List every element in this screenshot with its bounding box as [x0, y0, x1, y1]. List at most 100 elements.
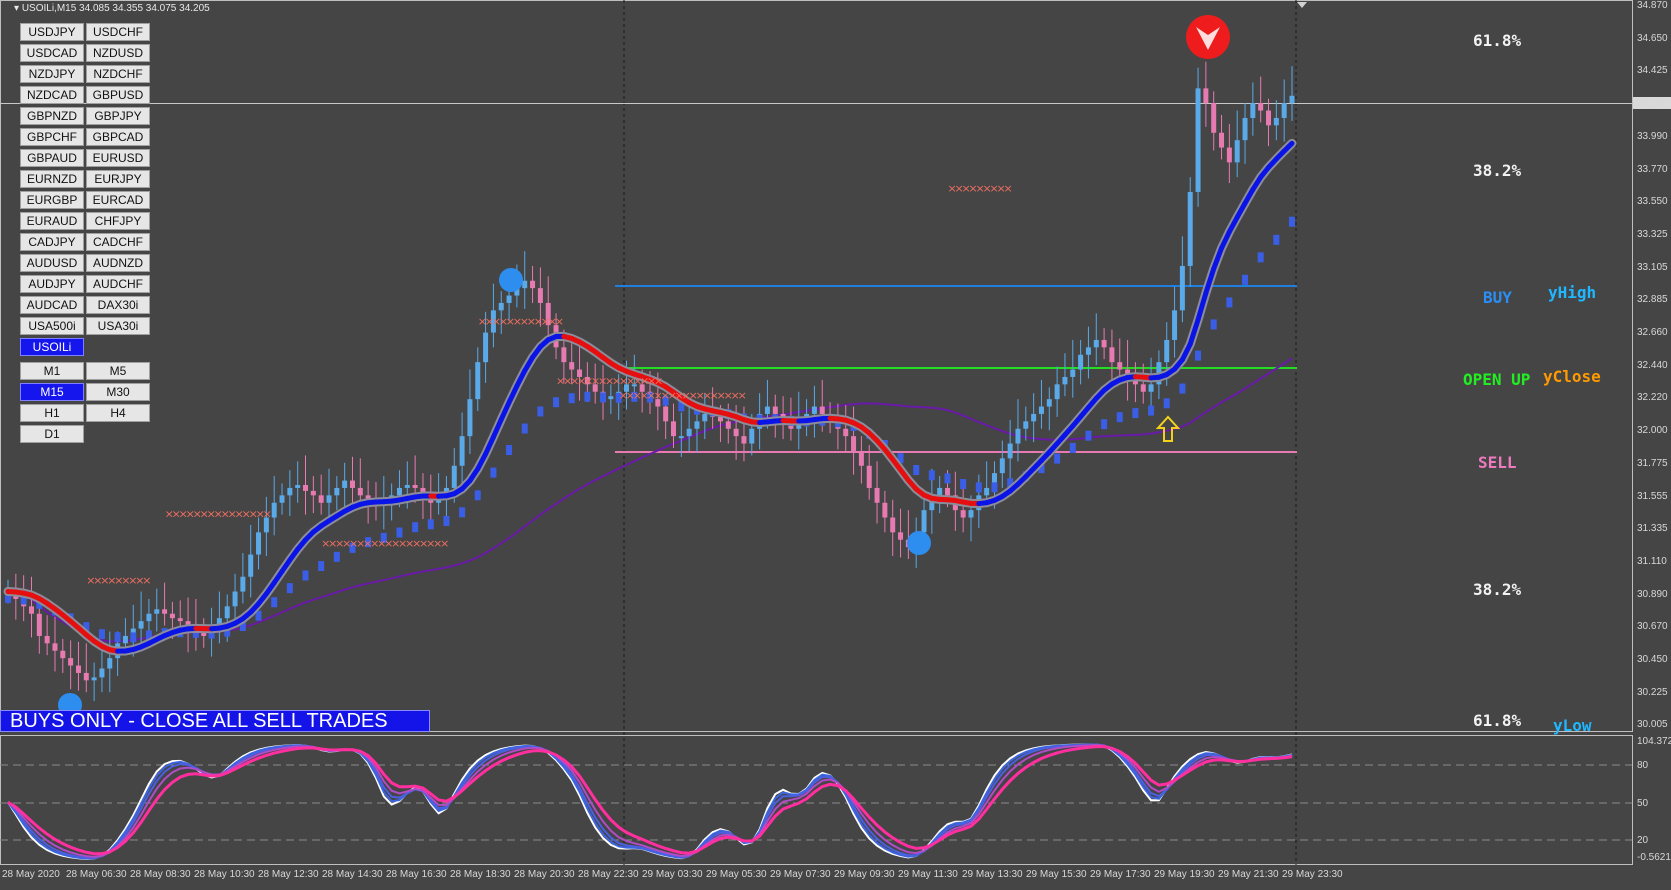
symbol-button-usa500i[interactable]: USA500i [20, 317, 84, 335]
timeframe-button-h1[interactable]: H1 [20, 404, 84, 422]
symbol-button-usdcad[interactable]: USDCAD [20, 44, 84, 62]
symbol-button-usdjpy[interactable]: USDJPY [20, 23, 84, 41]
candle-body [240, 576, 246, 592]
time-tick-label: 29 May 23:30 [1282, 869, 1343, 880]
trailing-band-dot [443, 515, 450, 526]
sell-signal-icon [1186, 15, 1230, 59]
symbol-button-eurjpy[interactable]: EURJPY [86, 170, 150, 188]
candle-body [717, 416, 723, 422]
symbol-button-nzdjpy[interactable]: NZDJPY [20, 65, 84, 83]
trailing-band-dot [1116, 412, 1123, 423]
symbol-button-gbpchf[interactable]: GBPCHF [20, 128, 84, 146]
symbol-button-gbpjpy[interactable]: GBPJPY [86, 107, 150, 125]
symbol-button-nzdchf[interactable]: NZDCHF [86, 65, 150, 83]
trailing-band-dot [333, 551, 340, 562]
time-tick-label: 29 May 07:30 [770, 869, 831, 880]
symbol-button-nzdusd[interactable]: NZDUSD [86, 44, 150, 62]
candle-body [357, 487, 363, 496]
symbol-button-eurusd[interactable]: EURUSD [86, 149, 150, 167]
timeframe-button-m1[interactable]: M1 [20, 362, 84, 380]
trailing-band-dot [318, 561, 325, 572]
chart-shift-marker[interactable] [1297, 2, 1307, 8]
candle-body [686, 428, 692, 437]
candle-body [224, 606, 230, 619]
trailing-band-dot [584, 391, 591, 402]
symbol-button-audchf[interactable]: AUDCHF [86, 275, 150, 293]
symbol-button-gbpnzd[interactable]: GBPNZD [20, 107, 84, 125]
symbol-button-chfjpy[interactable]: CHFJPY [86, 212, 150, 230]
timeframe-button-m15[interactable]: M15 [20, 383, 84, 401]
trailing-band-dot [114, 632, 121, 643]
trailing-band-dot [396, 527, 403, 538]
candle-body [1101, 339, 1107, 348]
time-tick-label: 28 May 18:30 [450, 869, 511, 880]
candle-body [475, 362, 481, 400]
candle-body [999, 458, 1005, 474]
symbol-button-gbpusd[interactable]: GBPUSD [86, 86, 150, 104]
time-tick-label: 29 May 09:30 [834, 869, 895, 880]
symbol-button-usdchf[interactable]: USDCHF [86, 23, 150, 41]
symbol-button-eurcad[interactable]: EURCAD [86, 191, 150, 209]
candle-body [608, 396, 614, 400]
candle-body [201, 632, 207, 636]
candle-body [271, 502, 277, 518]
candle-body [678, 436, 684, 439]
candle-body [459, 436, 465, 466]
trend-ma-segment [506, 383, 520, 405]
candle-body [1266, 110, 1272, 126]
resistance-marker: × [555, 315, 564, 328]
candle-body [349, 480, 355, 488]
trailing-band-dot [1101, 419, 1108, 430]
candle-body [945, 487, 951, 496]
timeframe-button-m5[interactable]: M5 [86, 362, 150, 380]
symbol-button-cadjpy[interactable]: CADJPY [20, 233, 84, 251]
price-tick-label: 31.110 [1637, 555, 1667, 567]
timeframe-button-m30[interactable]: M30 [86, 383, 150, 401]
trend-ma-segment [514, 368, 528, 389]
symbol-button-usoili[interactable]: USOILi [20, 338, 84, 356]
oscillator-tick-label: 104.372 [1637, 736, 1671, 747]
symbol-button-eurgbp[interactable]: EURGBP [20, 191, 84, 209]
candle-body [843, 428, 849, 437]
trailing-band-dot [286, 583, 293, 594]
price-chart[interactable]: ××××××××××××××××××××××××××××××××××××××××… [0, 0, 1671, 890]
candle-body [498, 302, 504, 311]
timeframe-button-d1[interactable]: D1 [20, 425, 84, 443]
candle-body [725, 421, 731, 429]
candle-body [107, 658, 113, 669]
symbol-button-gbpaud[interactable]: GBPAUD [20, 149, 84, 167]
symbol-button-cadchf[interactable]: CADCHF [86, 233, 150, 251]
trailing-band-dot [1069, 442, 1076, 453]
price-tick-label: 33.325 [1637, 228, 1668, 240]
time-tick-label: 28 May 10:30 [194, 869, 255, 880]
symbol-button-gbpcad[interactable]: GBPCAD [86, 128, 150, 146]
symbol-button-audcad[interactable]: AUDCAD [20, 296, 84, 314]
symbol-button-audnzd[interactable]: AUDNZD [86, 254, 150, 272]
symbol-button-euraud[interactable]: EURAUD [20, 212, 84, 230]
time-tick-label: 28 May 20:30 [514, 869, 575, 880]
trailing-band-dot [1242, 274, 1249, 285]
chart-title: ▾ USOILi,M15 34.085 34.355 34.075 34.205 [14, 3, 210, 14]
time-tick-label: 29 May 05:30 [706, 869, 767, 880]
candle-body [1062, 376, 1068, 385]
yhigh-label: yHigh [1548, 283, 1597, 302]
timeframe-button-h4[interactable]: H4 [86, 404, 150, 422]
candle-body [295, 484, 301, 488]
candle-body [1078, 354, 1084, 370]
symbol-button-eurnzd[interactable]: EURNZD [20, 170, 84, 188]
trailing-band-dot [600, 392, 607, 403]
trailing-band-dot [537, 406, 544, 417]
price-tick-label: 34.650 [1637, 32, 1668, 44]
candle-body [146, 613, 152, 622]
trailing-band-dot [913, 465, 920, 476]
candle-body [537, 288, 543, 303]
symbol-button-audusd[interactable]: AUDUSD [20, 254, 84, 272]
symbol-button-usa30i[interactable]: USA30i [86, 317, 150, 335]
fib-label-lower: 38.2% [1473, 580, 1522, 599]
symbol-button-nzdcad[interactable]: NZDCAD [20, 86, 84, 104]
price-tick-label: 30.890 [1637, 588, 1668, 600]
trade-banner: BUYS ONLY - CLOSE ALL SELL TRADES [0, 710, 430, 732]
symbol-button-audjpy[interactable]: AUDJPY [20, 275, 84, 293]
swing-low-marker [907, 531, 931, 555]
symbol-button-dax30i[interactable]: DAX30i [86, 296, 150, 314]
